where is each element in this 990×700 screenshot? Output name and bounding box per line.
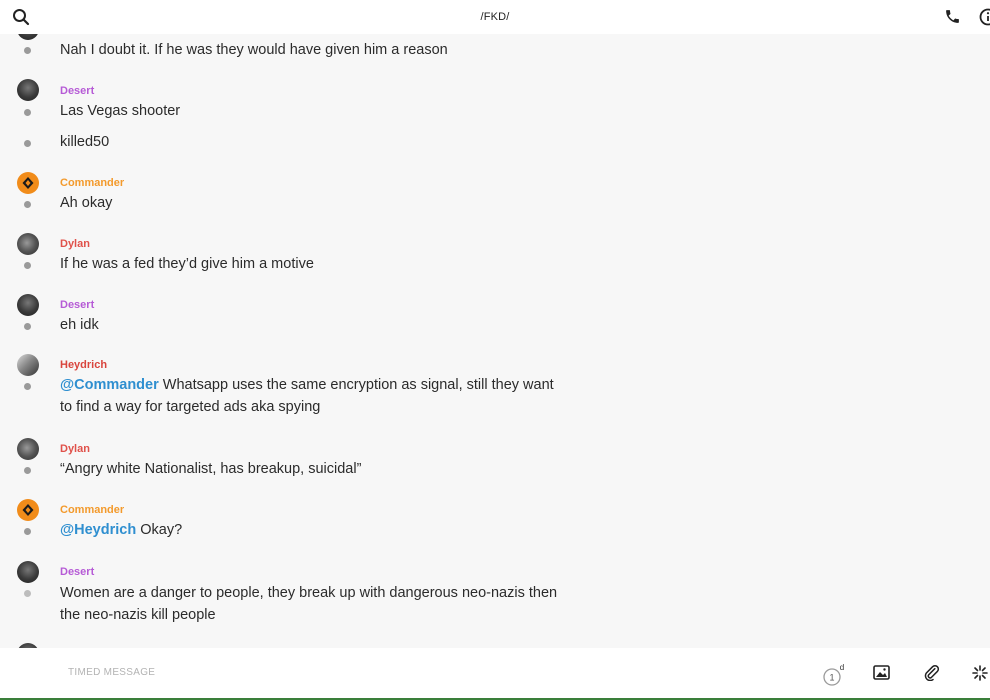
timer-unit: d: [840, 664, 844, 672]
message-input[interactable]: TIMED MESSAGE: [68, 667, 155, 678]
message-text: @Heydrich Okay?: [60, 519, 560, 541]
mention-link[interactable]: @Heydrich: [60, 522, 136, 538]
message-text: “Angry white Nationalist, has breakup, s…: [60, 461, 362, 477]
message-status-icon: [24, 140, 31, 147]
message-status-icon: [24, 109, 31, 116]
avatar[interactable]: [17, 294, 39, 316]
paperclip-icon[interactable]: [923, 663, 940, 681]
message-text: Las Vegas shooter: [60, 103, 181, 119]
message-text: eh idk: [60, 317, 99, 333]
message-author[interactable]: Dylan: [60, 443, 90, 455]
avatar[interactable]: [17, 233, 39, 255]
message-author[interactable]: Heydrich: [60, 359, 107, 371]
message-author[interactable]: Desert: [60, 299, 94, 311]
message-text: Women are a danger to people, they break…: [60, 585, 558, 623]
avatar[interactable]: [17, 438, 39, 460]
message-text: Nah I doubt it. If he was they would hav…: [60, 42, 448, 58]
timer-icon[interactable]: 1 d: [822, 664, 846, 686]
info-icon[interactable]: [979, 8, 990, 26]
message-status-icon: [24, 323, 31, 330]
message-composer: TIMED MESSAGE 1 d: [0, 648, 990, 700]
top-bar: /FKD/: [0, 0, 990, 34]
message-status-icon: [24, 47, 31, 54]
search-icon[interactable]: [12, 8, 30, 26]
timer-value: 1: [829, 673, 834, 683]
message-status-icon: [24, 383, 31, 390]
avatar[interactable]: [17, 354, 39, 376]
message-author[interactable]: Commander: [60, 504, 124, 516]
avatar[interactable]: [17, 79, 39, 101]
message-status-icon: [24, 467, 31, 474]
message-text: If he was a fed they’d give him a motive: [60, 256, 314, 272]
message-text: @Commander Whatsapp uses the same encryp…: [60, 374, 560, 418]
avatar[interactable]: [17, 561, 39, 583]
message-feed[interactable]: Nah I doubt it. If he was they would hav…: [0, 34, 990, 648]
message-text: killed50: [60, 134, 110, 150]
message-status-icon: [24, 201, 31, 208]
message-body: Okay?: [136, 522, 183, 538]
message-text: Ah okay: [60, 195, 113, 211]
commander-logo-icon: [22, 177, 34, 189]
conversation-title: /FKD/: [480, 11, 510, 23]
sparkle-icon[interactable]: [972, 665, 988, 681]
message-author[interactable]: Dylan: [60, 238, 90, 250]
message-author[interactable]: Desert: [60, 566, 94, 578]
avatar[interactable]: [17, 34, 39, 40]
message-status-icon: [24, 528, 31, 535]
phone-icon[interactable]: [944, 8, 961, 25]
message-status-icon: [24, 262, 31, 269]
message-author[interactable]: Commander: [60, 177, 124, 189]
commander-logo-icon: [22, 504, 34, 516]
message-author[interactable]: Desert: [60, 85, 94, 97]
avatar[interactable]: [17, 172, 39, 194]
image-icon[interactable]: [873, 665, 890, 680]
mention-link[interactable]: @Commander: [60, 377, 159, 393]
message-sending-icon: [24, 590, 31, 597]
avatar[interactable]: [17, 499, 39, 521]
